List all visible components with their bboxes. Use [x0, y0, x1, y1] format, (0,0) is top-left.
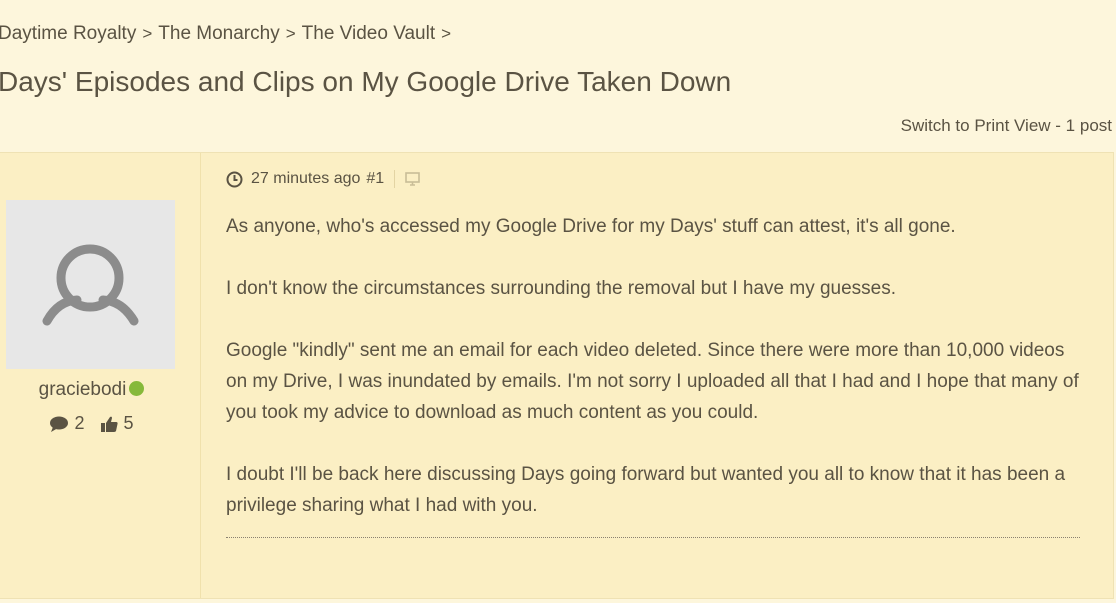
post-body: As anyone, who's accessed my Google Driv… [226, 211, 1082, 552]
post-content-column: 27 minutes ago #1 As anyone, who's acces… [226, 153, 1082, 598]
likes-count: 5 [123, 413, 134, 433]
posts-stat[interactable]: 2 [49, 413, 84, 434]
page-title: Days' Episodes and Clips on My Google Dr… [0, 66, 732, 97]
signature-divider [226, 537, 1080, 538]
breadcrumb: Daytime Royalty > The Monarchy > The Video V… [0, 23, 457, 45]
breadcrumb-separator: > [285, 24, 296, 43]
breadcrumb-the-monarchy[interactable]: The Monarchy [158, 23, 279, 44]
default-user-icon [42, 244, 139, 326]
online-status-icon [129, 381, 145, 396]
post-author-column: graciebodi 2 5 [0, 153, 201, 598]
post-meta: 27 minutes ago #1 [226, 168, 421, 190]
meta-divider [394, 170, 396, 188]
post-number-link[interactable]: #1 [366, 170, 384, 188]
likes-stat[interactable]: 5 [100, 413, 134, 434]
username-row: graciebodi [0, 379, 183, 401]
print-view-row: Switch to Print View - 1 post [901, 116, 1112, 136]
post-paragraph: I doubt I'll be back here discussing Day… [226, 464, 1066, 516]
post-paragraph: I don't know the circumstances surroundi… [226, 278, 897, 299]
post-paragraph: As anyone, who's accessed my Google Driv… [226, 216, 956, 237]
avatar[interactable] [6, 200, 175, 369]
post: graciebodi 2 5 27 minutes ago #1 As anyo… [0, 152, 1114, 599]
print-view-link[interactable]: Switch to Print View [901, 116, 1051, 135]
breadcrumb-separator: > [441, 24, 452, 43]
post-paragraph: Google "kindly" sent me an email for eac… [226, 340, 1079, 423]
thumbs-up-icon [100, 416, 118, 432]
breadcrumb-separator: > [142, 24, 153, 43]
posts-count: 2 [74, 413, 85, 433]
desktop-icon [405, 172, 421, 186]
breadcrumb-daytime-royalty[interactable]: Daytime Royalty [0, 23, 136, 44]
breadcrumb-the-video-vault[interactable]: The Video Vault [302, 23, 435, 44]
post-time-link[interactable]: 27 minutes ago [251, 170, 360, 188]
post-count: - 1 post [1055, 116, 1112, 135]
username-link[interactable]: graciebodi [39, 379, 127, 400]
user-stats: 2 5 [0, 413, 183, 438]
clock-icon [226, 171, 243, 188]
speech-bubble-icon [50, 416, 69, 432]
